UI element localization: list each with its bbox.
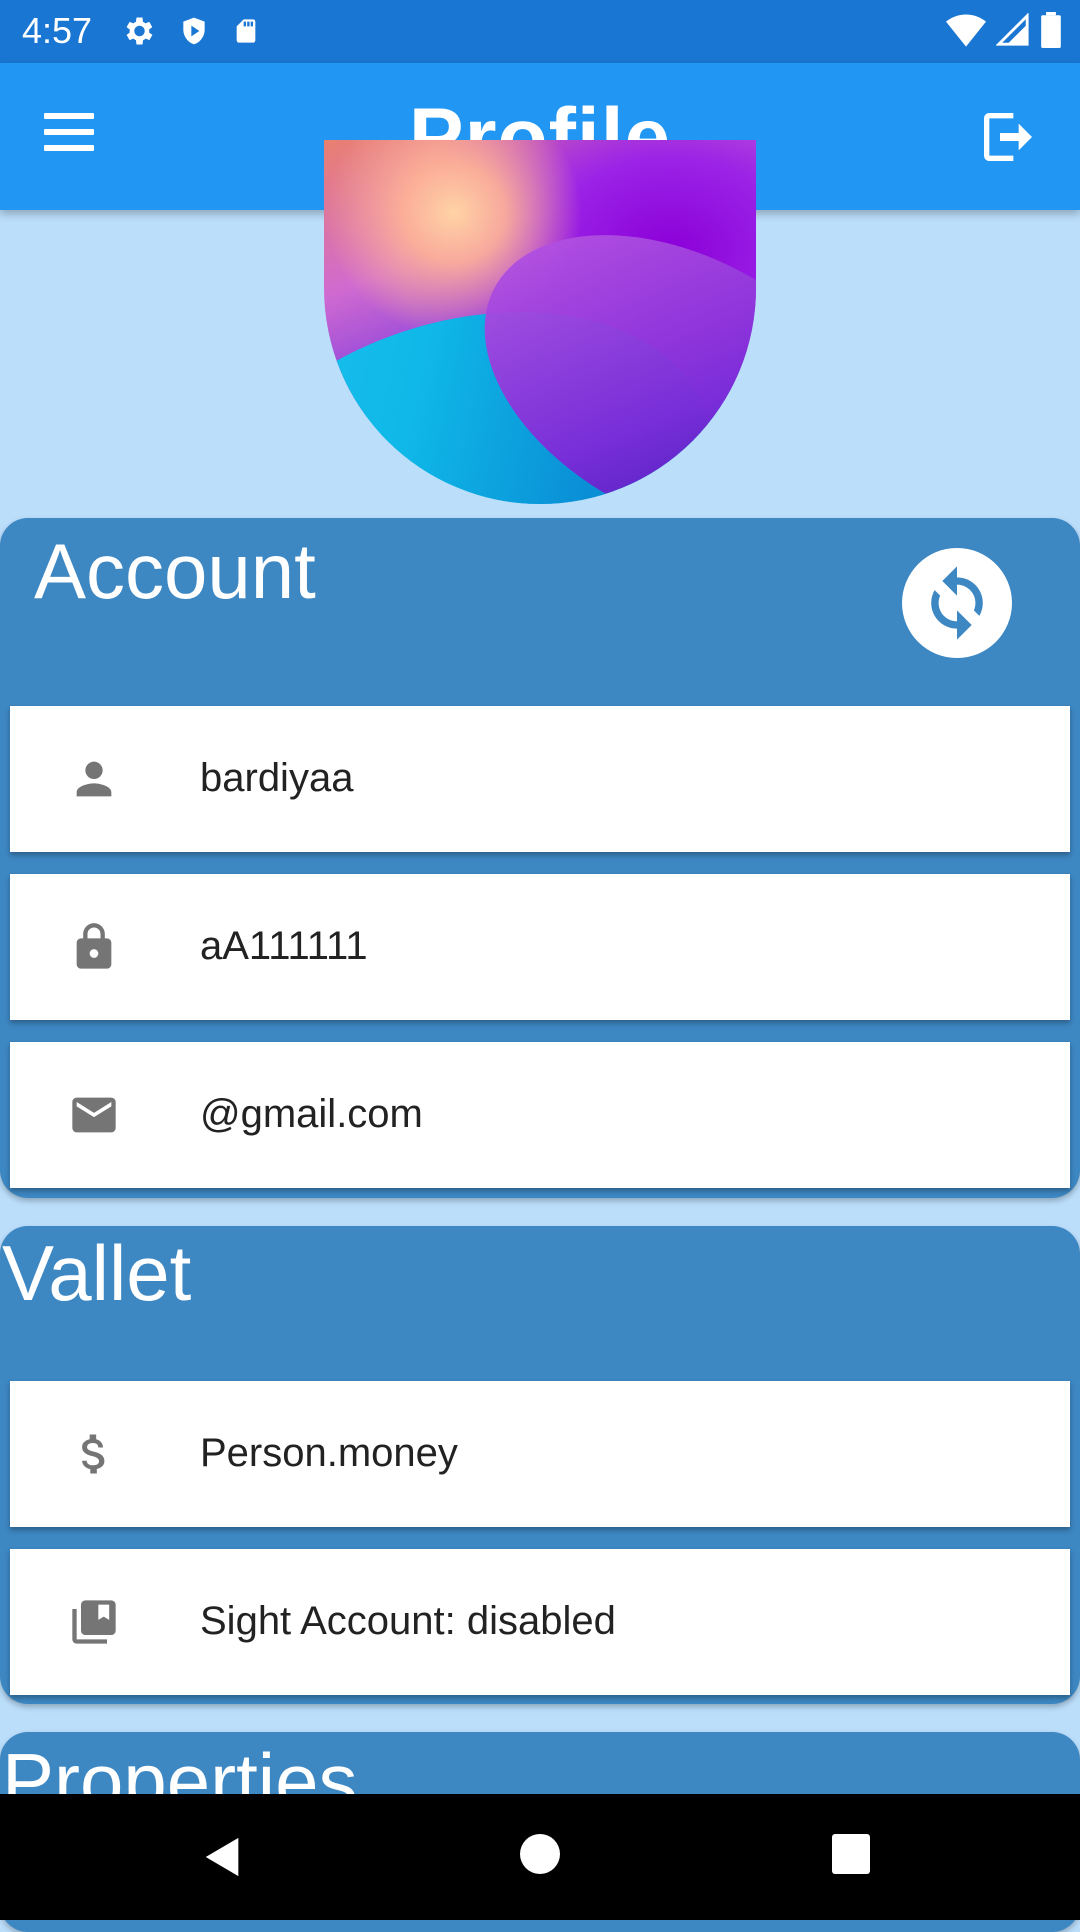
recents-icon[interactable] — [832, 1834, 870, 1874]
email-value: @gmail.com — [200, 1092, 423, 1136]
status-bar: 4:57 — [0, 0, 1080, 63]
gear-icon — [126, 17, 153, 45]
home-icon[interactable] — [520, 1834, 560, 1874]
wifi-icon — [946, 14, 986, 47]
section-title-account: Account — [34, 527, 316, 615]
library-books-icon — [72, 1600, 116, 1644]
back-icon[interactable] — [200, 1834, 246, 1880]
lock-icon — [76, 923, 112, 969]
battery-icon — [1041, 12, 1061, 48]
refresh-button[interactable] — [902, 548, 1012, 658]
logout-icon[interactable] — [976, 105, 1040, 169]
sight-account-row[interactable]: Sight Account: disabled — [10, 1549, 1070, 1695]
status-icons-right — [946, 12, 1062, 48]
status-time: 4:57 — [22, 10, 93, 51]
section-title-wallet: Vallet — [2, 1229, 192, 1317]
avatar — [324, 140, 756, 504]
sight-account-value: Sight Account: disabled — [200, 1599, 616, 1643]
system-nav-bar — [0, 1794, 1080, 1920]
shield-icon — [183, 17, 205, 45]
password-row[interactable]: aA111111 — [10, 874, 1070, 1020]
sync-icon — [931, 566, 983, 640]
money-row[interactable]: Person.money — [10, 1381, 1070, 1527]
dollar-icon — [82, 1434, 105, 1474]
status-icons-left — [120, 13, 260, 49]
cell-signal-icon — [996, 13, 1029, 46]
sd-card-icon — [236, 19, 256, 43]
username-row[interactable]: bardiyaa — [10, 706, 1070, 852]
username-value: bardiyaa — [200, 756, 354, 800]
mail-icon — [72, 1097, 116, 1133]
wallet-section: Vallet Person.money Sight Account: disab… — [0, 1226, 1080, 1704]
person-icon — [76, 761, 112, 797]
email-row[interactable]: @gmail.com — [10, 1042, 1070, 1188]
account-section: Account bardiyaa aA111111 @gmail.com — [0, 518, 1080, 1198]
password-value: aA111111 — [200, 924, 368, 968]
money-value: Person.money — [200, 1431, 458, 1475]
